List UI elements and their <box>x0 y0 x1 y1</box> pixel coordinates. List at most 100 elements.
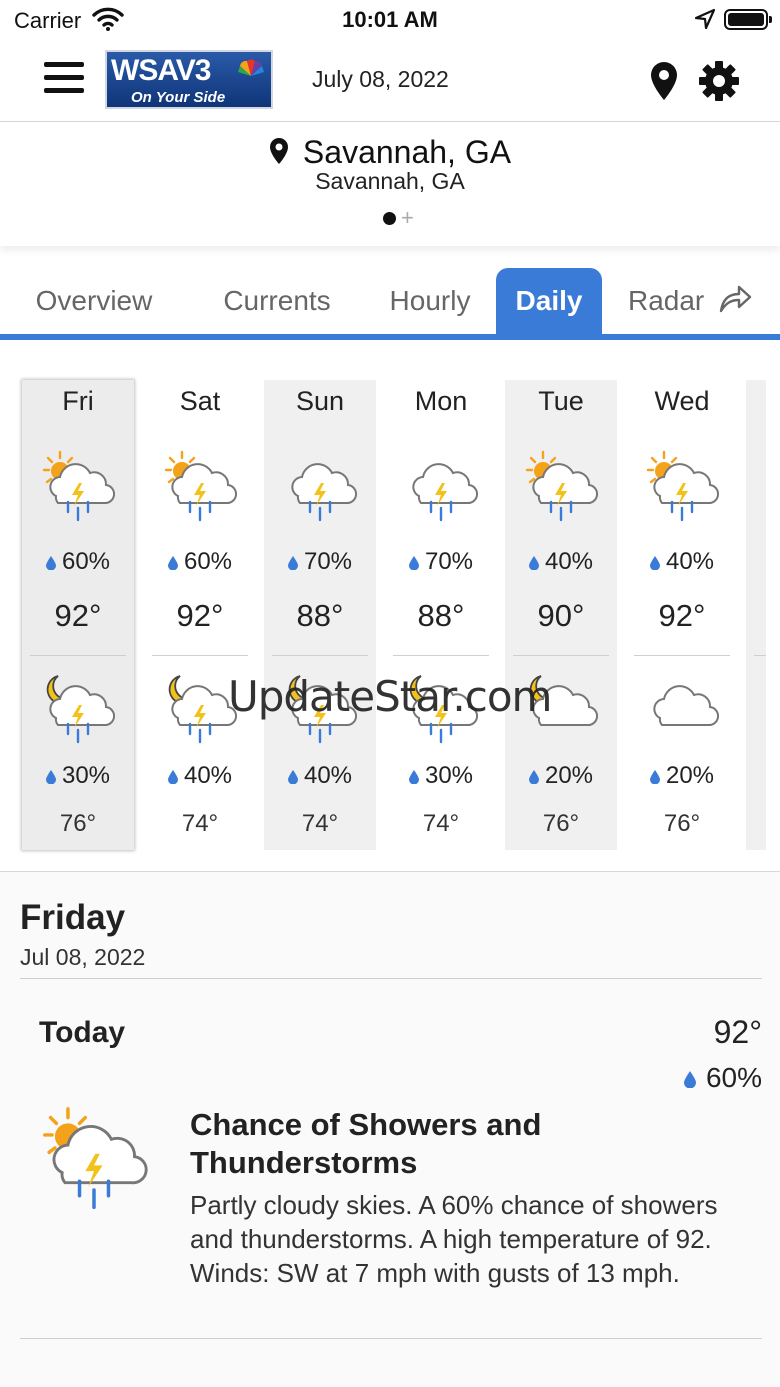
partly-sunny-thunderstorm-icon <box>642 450 722 526</box>
detail-description: Partly cloudy skies. A 60% chance of sho… <box>190 1190 718 1288</box>
partly-sunny-thunderstorm-icon <box>38 450 118 526</box>
location-subtitle: Savannah, GA <box>315 168 465 194</box>
map-pin-icon[interactable] <box>648 60 680 102</box>
day-pop-value: 70% <box>303 548 353 575</box>
page-dot-active <box>383 212 396 225</box>
tab-currents-label: Currents <box>223 285 331 316</box>
high-temp: 90° <box>537 598 585 633</box>
high-temp: 88° <box>417 598 465 633</box>
tab-currents[interactable]: Currents <box>198 268 356 334</box>
thunderstorm-icon <box>401 450 481 526</box>
low-temp: 76° <box>663 810 701 837</box>
divider <box>634 655 730 656</box>
day-name: Sun <box>295 386 345 416</box>
divider <box>152 655 248 656</box>
tab-hourly[interactable]: Hourly <box>372 268 488 334</box>
location-pin-icon <box>269 138 288 164</box>
tab-radar-label: Radar <box>627 285 705 316</box>
location-arrow-icon <box>694 8 716 30</box>
station-logo[interactable]: WSAV3 On Your Side <box>105 50 273 109</box>
rain-drop-icon <box>45 556 56 570</box>
divider <box>393 655 489 656</box>
night-pop-value: 30% <box>61 762 111 789</box>
divider <box>272 655 368 656</box>
tab-hourly-label: Hourly <box>389 285 471 316</box>
day-pop-value: 70% <box>424 548 474 575</box>
low-temp: 76° <box>59 810 97 837</box>
location-title-row: Savannah, GA <box>0 134 780 171</box>
night-precip-chance: 20% <box>505 762 617 790</box>
partly-sunny-thunderstorm-icon <box>160 450 240 526</box>
partly-cloudy-night-thunderstorm-icon <box>38 672 118 748</box>
low-temp: 74° <box>422 810 460 837</box>
day-name: Tue <box>538 386 584 416</box>
battery-icon <box>724 9 772 30</box>
rain-drop-icon <box>528 556 539 570</box>
night-precip-chance: 30% <box>385 762 497 790</box>
day-name: Fri <box>62 386 94 416</box>
rain-drop-icon <box>649 556 660 570</box>
location-page-indicator[interactable]: + <box>383 205 433 231</box>
day-column-sat[interactable]: Sat 60% 92° 40% 74° <box>144 380 256 850</box>
rain-drop-icon <box>683 1071 696 1088</box>
rain-drop-icon <box>287 556 298 570</box>
day-name: Wed <box>654 386 710 416</box>
logo-wordmark: WSAV3 <box>111 54 211 87</box>
high-temp: 92° <box>54 598 102 633</box>
rain-drop-icon <box>167 770 178 784</box>
thunderstorm-icon <box>280 450 360 526</box>
day-column-mon[interactable]: Mon 70% 88° 30% 74° <box>385 380 497 850</box>
night-pop-value: 20% <box>665 762 715 789</box>
day-pop-value: 40% <box>544 548 594 575</box>
gear-icon[interactable] <box>698 60 740 102</box>
watermark: UpdateStar.com <box>228 672 552 721</box>
next-day-column-peek[interactable] <box>746 380 766 850</box>
rain-drop-icon <box>167 556 178 570</box>
night-precip-chance: 40% <box>144 762 256 790</box>
detail-pop-value: 60% <box>705 1062 762 1093</box>
day-precip-chance: 70% <box>385 548 497 576</box>
add-location-icon[interactable]: + <box>401 205 414 231</box>
cloudy-icon <box>642 672 722 748</box>
tab-radar[interactable]: Radar <box>620 268 760 334</box>
tab-overview[interactable]: Overview <box>14 268 174 334</box>
location-title: Savannah, GA <box>302 134 512 170</box>
high-temp: 92° <box>658 598 706 633</box>
detail-period: Today <box>39 1016 126 1049</box>
tab-daily-label: Daily <box>515 285 583 316</box>
share-arrow-icon <box>719 285 752 313</box>
day-precip-chance: 40% <box>505 548 617 576</box>
night-precip-chance: 30% <box>22 762 134 790</box>
day-pop-value: 60% <box>61 548 111 575</box>
night-pop-value: 40% <box>303 762 353 789</box>
status-time: 10:01 AM <box>342 7 438 32</box>
high-temp: 92° <box>176 598 224 633</box>
divider <box>20 978 762 979</box>
rain-drop-icon <box>408 770 419 784</box>
logo-tagline: On Your Side <box>131 89 226 106</box>
location-panel[interactable]: Savannah, GA Savannah, GA + <box>0 122 780 246</box>
daily-forecast-strip: Fri 60% 92° 30% 76° Sat 60% 92° 40% 74° Sun 70% 88° 4… <box>0 340 780 872</box>
divider <box>20 1338 762 1339</box>
tab-daily[interactable]: Daily <box>496 268 602 334</box>
day-column-tue[interactable]: Tue 40% 90° 20% 76° <box>505 380 617 850</box>
day-name: Sat <box>179 386 221 416</box>
day-precip-chance: 60% <box>144 548 256 576</box>
day-name: Mon <box>414 386 468 416</box>
peacock-logo-icon <box>238 59 264 76</box>
detail-high-temp: 92° <box>713 1014 762 1050</box>
night-pop-value: 30% <box>424 762 474 789</box>
day-column-fri[interactable]: Fri 60% 92° 30% 76° <box>22 380 134 850</box>
day-pop-value: 40% <box>665 548 715 575</box>
day-column-wed[interactable]: Wed 40% 92° 20% 76° <box>626 380 738 850</box>
menu-icon[interactable] <box>44 62 84 98</box>
status-bar: Carrier 10:01 AM <box>0 0 780 42</box>
day-detail-panel: Friday Jul 08, 2022 Today 92° 60% Chance… <box>0 872 780 1387</box>
divider <box>513 655 609 656</box>
day-column-sun[interactable]: Sun 70% 88° 40% 74° <box>264 380 376 850</box>
high-temp: 88° <box>296 598 344 633</box>
night-precip-chance: 40% <box>264 762 376 790</box>
rain-drop-icon <box>528 770 539 784</box>
detail-condition: Chance of Showers and Thunderstorms <box>190 1107 542 1180</box>
detail-date: Jul 08, 2022 <box>20 944 146 970</box>
